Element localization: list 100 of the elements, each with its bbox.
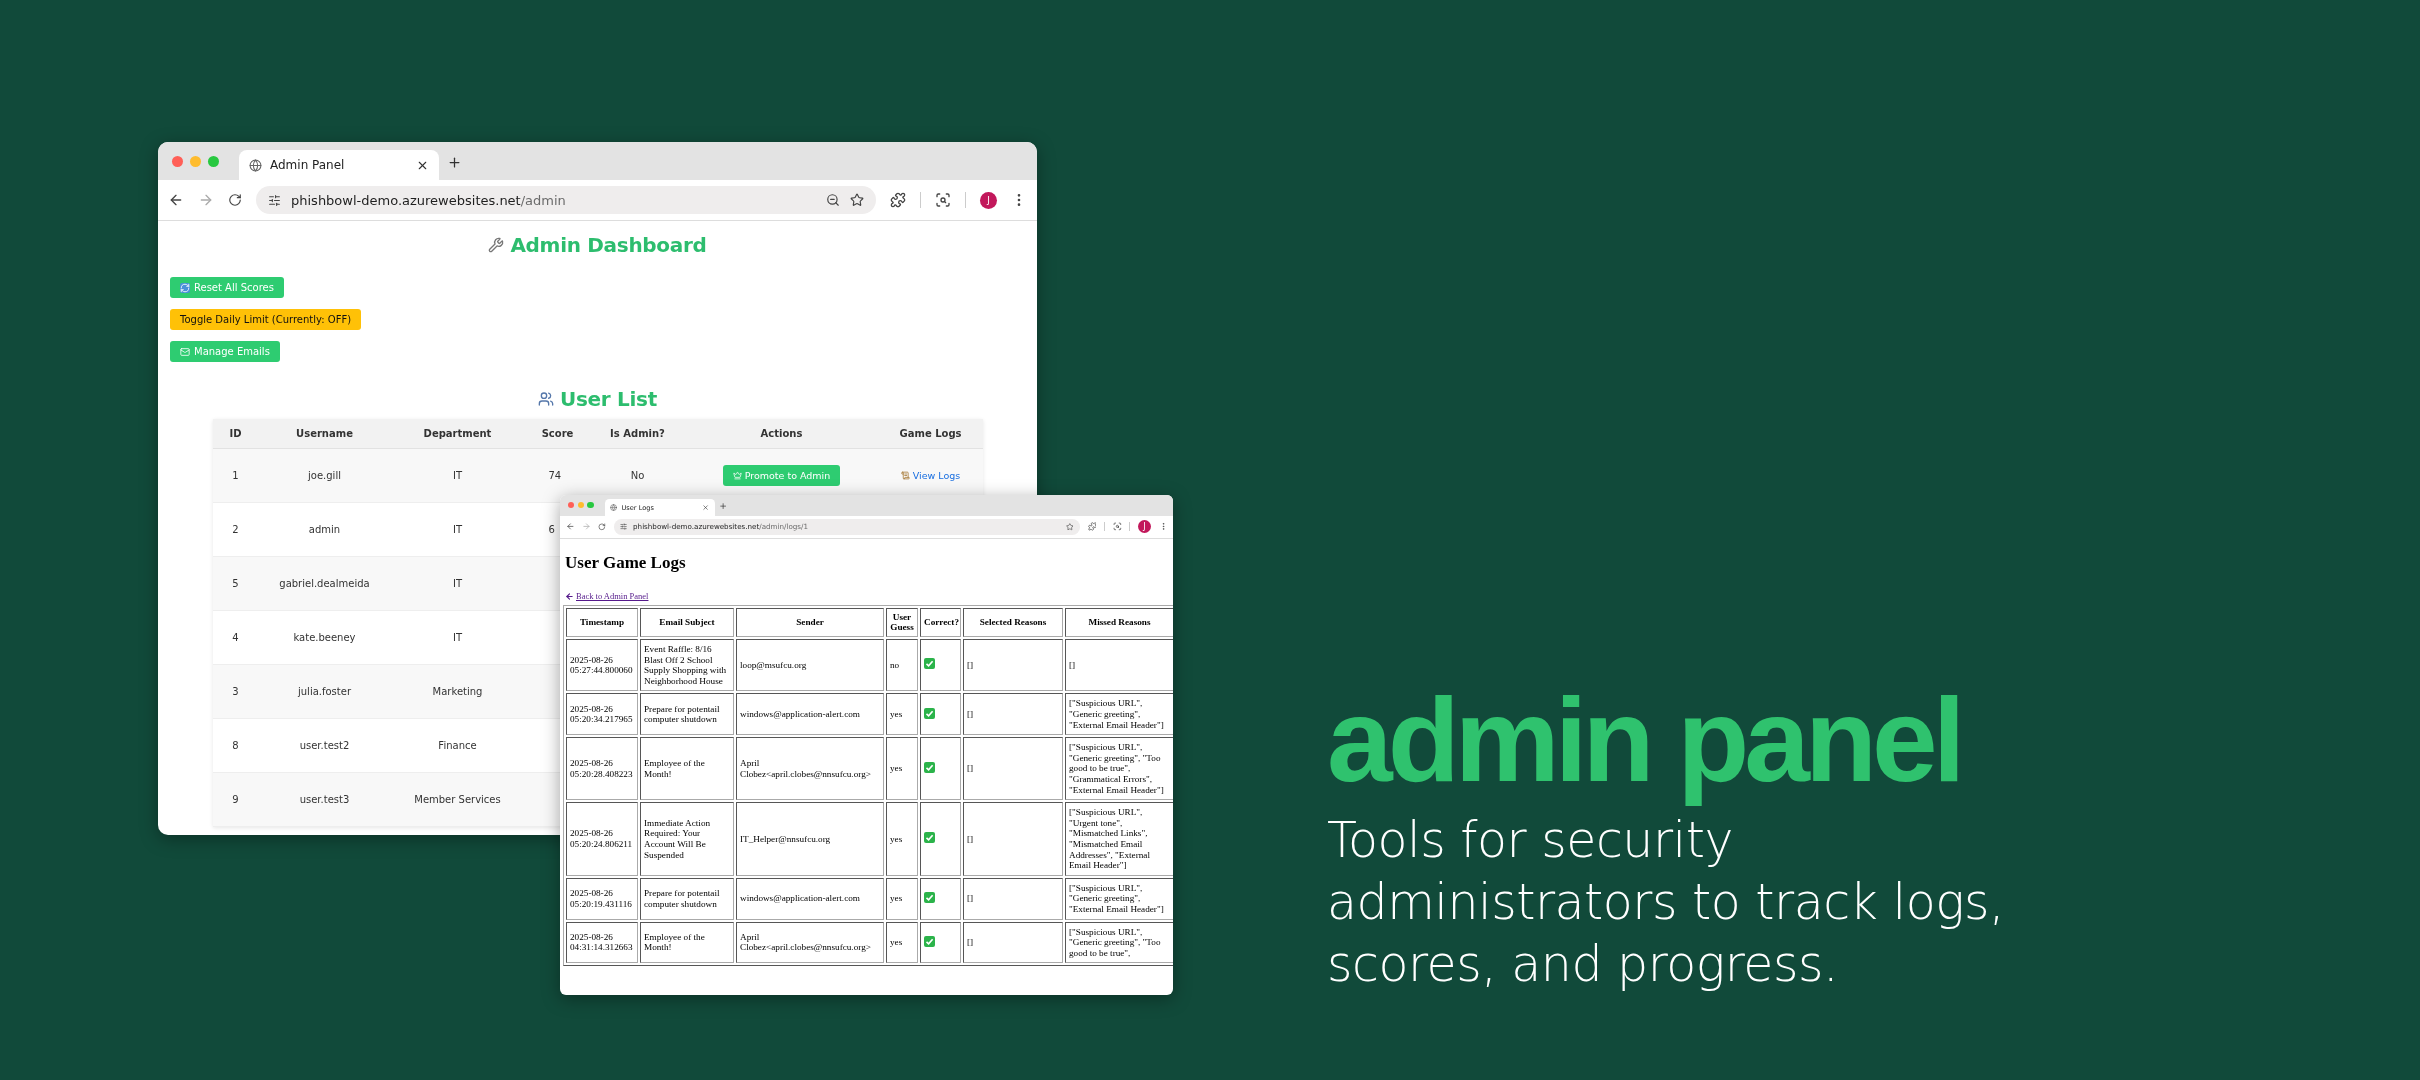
- back-link[interactable]: Back to Admin Panel: [565, 591, 649, 602]
- column-header: Score: [524, 419, 591, 449]
- table-cell: ["Suspicious URL", "Generic greeting", "External Email Header"]: [1069, 882, 1164, 914]
- browser-tab[interactable]: Admin Panel: [239, 150, 439, 180]
- table-cell: April Clobez<april.clobes@nnsufcu.org>: [740, 931, 871, 953]
- table-cell: admin: [308, 524, 341, 535]
- page-title: User Game Logs: [565, 552, 687, 573]
- table-cell: Finance: [438, 740, 477, 751]
- table-cell: Employee of the Month!: [644, 931, 705, 953]
- puzzle-icon[interactable]: [890, 192, 906, 208]
- table-cell: 9: [232, 794, 239, 805]
- table-cell: Employee of the Month!: [644, 758, 705, 779]
- crown-icon: [732, 471, 742, 480]
- table-cell: 2025-08-26 05:20:24.806211: [570, 828, 633, 849]
- table-cell: IT: [452, 632, 463, 643]
- table-cell: ["Suspicious URL", "Generic greeting", "External Email Header"]: [1069, 698, 1164, 730]
- table-cell: joe.gill: [308, 470, 341, 481]
- page-title: Admin Dashboard: [488, 233, 707, 257]
- site-settings-icon[interactable]: [268, 193, 281, 207]
- table-cell: Member Services: [414, 794, 501, 805]
- table-cell: user.test3: [299, 794, 350, 805]
- tagline: Tools for security administrators to track logs, scores, and progress.: [1327, 811, 2006, 995]
- tab-search-icon[interactable]: [935, 192, 951, 208]
- table-cell: 8: [232, 740, 239, 751]
- back-icon[interactable]: [565, 522, 575, 532]
- table-cell: []: [967, 893, 974, 904]
- close-window-icon[interactable]: [567, 502, 574, 509]
- headline: admin panel: [1327, 673, 1962, 808]
- reload-icon[interactable]: [228, 193, 242, 207]
- column-header: Game Logs: [878, 419, 983, 449]
- star-icon[interactable]: [850, 193, 864, 207]
- table-cell: 1: [232, 470, 239, 481]
- table-cell: yes: [890, 937, 903, 948]
- column-header: Is Admin?: [590, 419, 685, 449]
- table-cell: No: [630, 470, 645, 481]
- table-cell: 4: [232, 632, 239, 643]
- star-icon[interactable]: [1065, 523, 1074, 531]
- reload-icon[interactable]: [598, 523, 607, 531]
- profile-avatar[interactable]: J: [980, 191, 997, 209]
- table-cell: []: [967, 937, 974, 948]
- table-cell: gabriel.dealmeida: [279, 578, 370, 589]
- users-icon: [538, 391, 555, 407]
- column-header: Selected Reasons: [979, 617, 1047, 628]
- mail-icon: [180, 346, 190, 357]
- table-cell: Immediate Action Required: Your Account Will Be Suspended: [644, 817, 711, 860]
- zoom-icon[interactable]: [826, 193, 840, 207]
- table-cell: julia.foster: [298, 686, 351, 697]
- view-logs-link[interactable]: View Logs: [900, 470, 961, 481]
- column-header: Department: [390, 419, 525, 449]
- table-cell: 2: [232, 524, 239, 535]
- table-cell: April Clobez<april.clobes@nnsufcu.org>: [740, 758, 871, 779]
- table-cell: Prepare for potentail computer shutdown: [644, 703, 720, 725]
- table-cell: loop@msufcu.org: [740, 659, 807, 670]
- close-window-icon[interactable]: [172, 155, 183, 167]
- column-header: Sender: [796, 617, 824, 628]
- table-cell: kate.beeney: [293, 632, 356, 643]
- wrench-icon: [488, 237, 505, 253]
- table-cell: 74: [548, 470, 562, 481]
- globe-icon: [610, 504, 618, 512]
- table-cell: Event Raffle: 8/16 Blast Off 2 School Supply Shopping with Neighborhood House: [644, 644, 727, 686]
- table-cell: IT_Helper@nnsufcu.org: [740, 833, 831, 844]
- profile-avatar[interactable]: J: [1138, 520, 1151, 534]
- column-header: Timestamp: [579, 617, 625, 628]
- table-cell: 2025-08-26 05:27:44.800060: [570, 654, 633, 676]
- table-cell: 2025-08-26 05:20:28.408223: [570, 758, 633, 779]
- column-header: User Guess: [890, 611, 914, 633]
- table-cell: yes: [890, 763, 903, 774]
- table-cell: 2025-08-26 05:20:19.431116: [570, 888, 632, 909]
- table-cell: 3: [232, 686, 239, 697]
- table-cell: []: [967, 833, 974, 844]
- table-cell: user.test2: [299, 740, 350, 751]
- refresh-icon: [180, 282, 190, 293]
- section-title: User List: [538, 387, 657, 411]
- table-cell: yes: [890, 833, 903, 844]
- table-cell: IT: [452, 578, 463, 589]
- site-settings-icon[interactable]: [620, 523, 628, 531]
- forward-icon[interactable]: [198, 192, 214, 208]
- table-cell: []: [1069, 659, 1076, 670]
- table-cell: ["Suspicious URL", "Generic greeting", "Too good to be true", "Grammatical Errors", "External Email Header"]: [1069, 742, 1164, 795]
- table-cell: 6: [548, 524, 555, 535]
- table-cell: []: [967, 763, 974, 774]
- table-cell: 5: [232, 578, 239, 589]
- table-cell: no: [890, 659, 900, 670]
- table-cell: IT: [452, 470, 463, 481]
- table-cell: yes: [890, 709, 903, 720]
- table-cell: windows@application-alert.com: [740, 893, 860, 904]
- table-cell: 2025-08-26 05:20:34.217965: [570, 703, 633, 725]
- back-icon[interactable]: [168, 192, 184, 208]
- table-cell: ["Suspicious URL", "Generic greeting", "Too good to be true",: [1069, 926, 1161, 958]
- plus-icon[interactable]: [447, 154, 462, 170]
- column-header: Username: [258, 419, 391, 449]
- column-header: Missed Reasons: [1088, 617, 1151, 628]
- action-button[interactable]: Toggle Daily Limit (Currently: OFF): [170, 309, 362, 330]
- table-cell: IT: [452, 524, 463, 535]
- column-header: Correct?: [924, 617, 960, 628]
- column-header: Actions: [684, 419, 879, 449]
- address-bar[interactable]: phishbowl-demo.azurewebsites.net/admin: [256, 186, 876, 214]
- globe-icon: [249, 158, 262, 172]
- table-cell: yes: [890, 893, 903, 904]
- column-header: Email Subject: [659, 617, 715, 628]
